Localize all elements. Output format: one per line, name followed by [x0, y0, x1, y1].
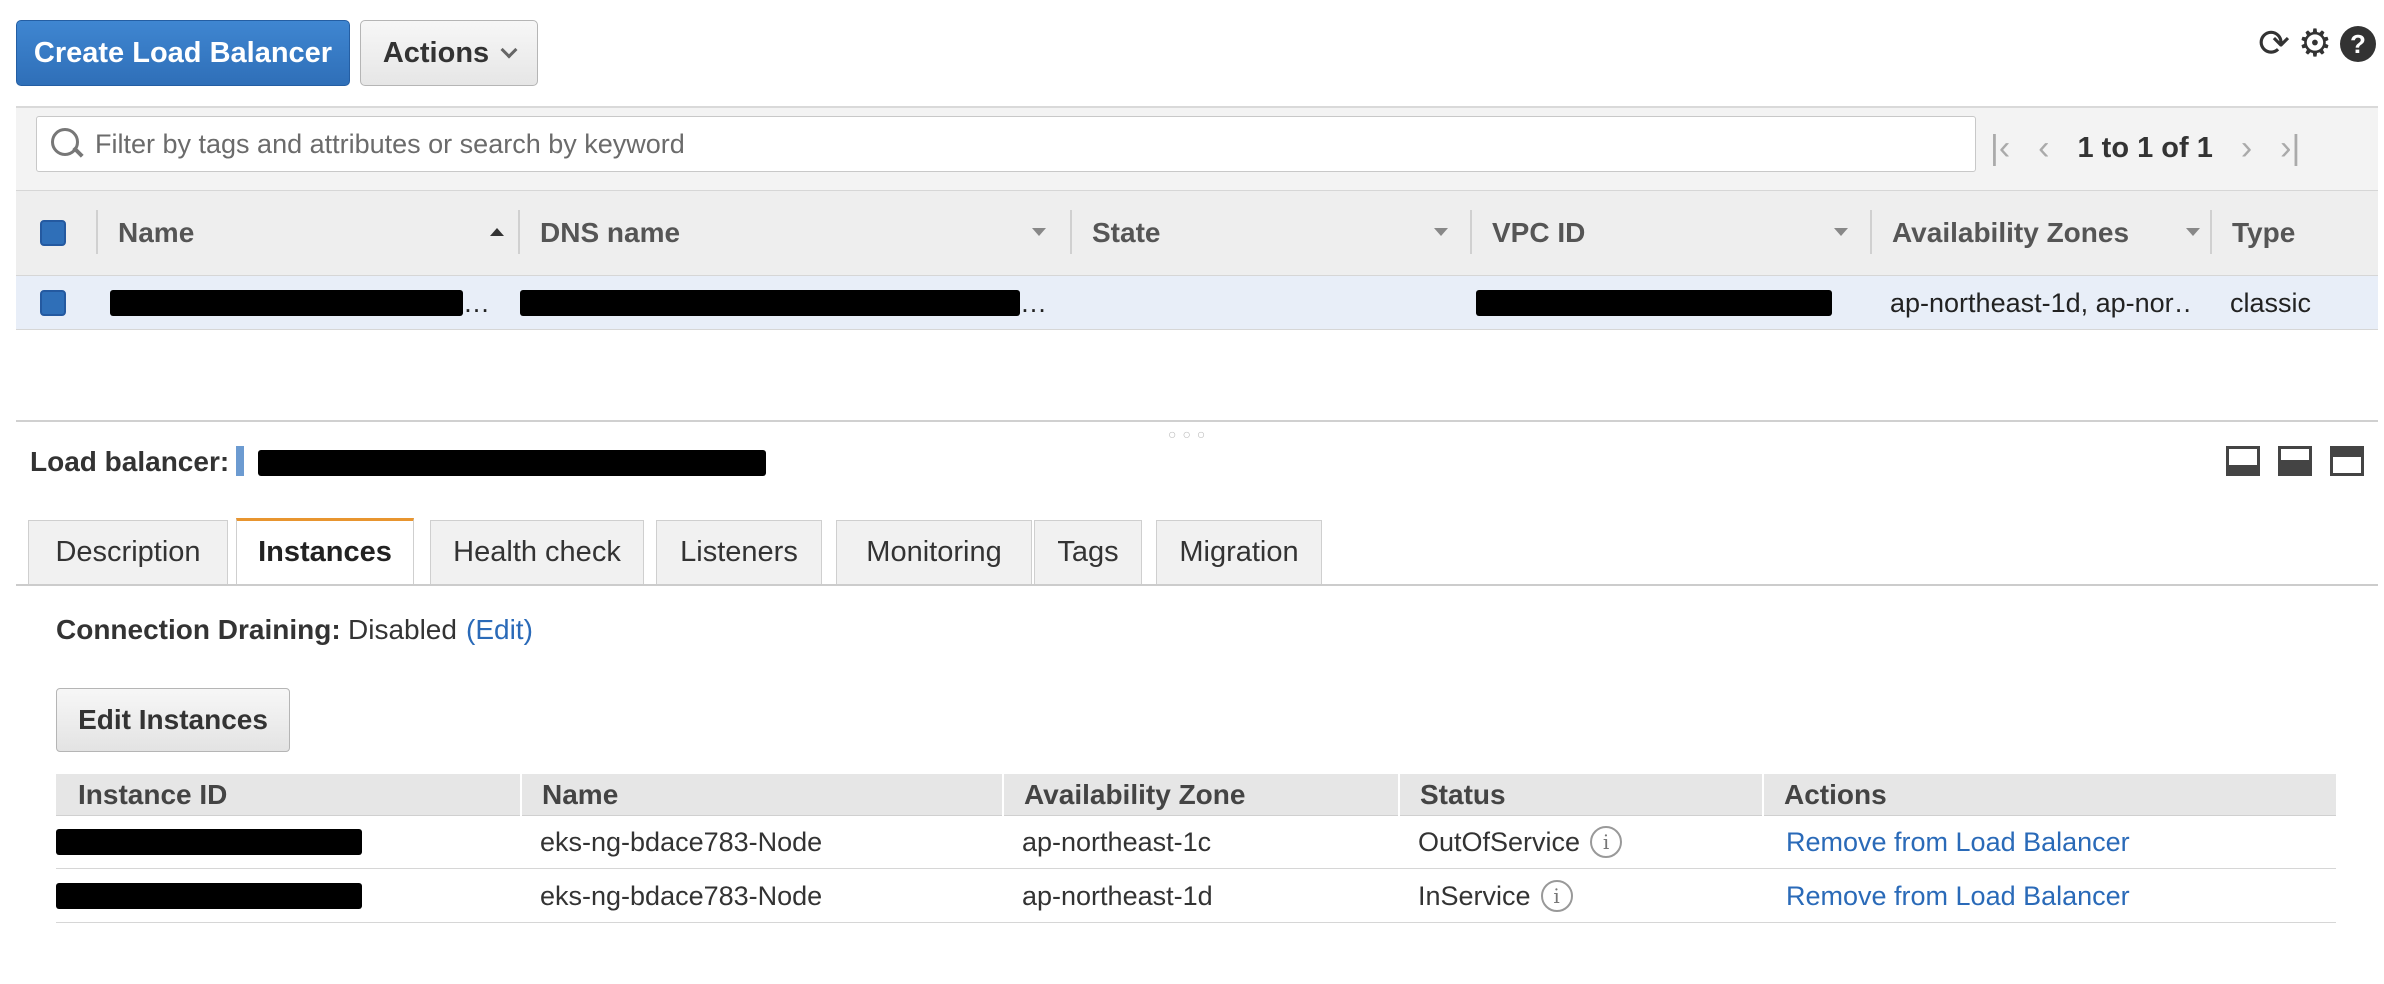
column-header-availability-zone[interactable]: Availability Zone [1024, 774, 1245, 816]
column-header-name[interactable]: Name [118, 190, 518, 276]
first-page-icon[interactable]: |‹ [1990, 129, 2010, 168]
tab-listeners[interactable]: Listeners [656, 520, 822, 584]
column-header-dns-name[interactable]: DNS name [540, 190, 1060, 276]
column-label: DNS name [540, 217, 681, 248]
select-all-checkbox-cell[interactable] [40, 190, 80, 276]
info-icon[interactable]: i [1540, 880, 1573, 912]
layout-top-icon[interactable] [2330, 446, 2364, 476]
gear-icon[interactable]: ⚙ [2298, 25, 2332, 63]
column-header-vpc-id[interactable]: VPC ID [1492, 190, 1862, 276]
sort-icon [1434, 228, 1448, 236]
refresh-icon[interactable]: ⟳ [2258, 25, 2290, 63]
instance-zone-cell: ap-northeast-1d [1022, 880, 1213, 911]
column-header-instance-id[interactable]: Instance ID [78, 774, 227, 816]
search-input[interactable] [95, 128, 1955, 160]
connection-draining-edit-link[interactable]: (Edit) [466, 614, 533, 646]
tab-tags[interactable]: Tags [1034, 520, 1142, 584]
instance-id-cell [56, 870, 362, 922]
column-header-actions[interactable]: Actions [1784, 774, 1887, 816]
detail-accent-bar [236, 446, 244, 476]
actions-label: Actions [382, 36, 490, 69]
column-header-state[interactable]: State [1092, 190, 1462, 276]
instance-name-cell: eks-ng-bdace783-Node [540, 826, 823, 857]
row-vpc-id-cell [1476, 276, 1856, 330]
status-text: OutOfService [1418, 826, 1581, 857]
tab-monitoring[interactable]: Monitoring [836, 520, 1032, 584]
column-label: Name [118, 217, 195, 248]
column-header-type[interactable]: Type [2232, 190, 2372, 276]
column-header-availability-zones[interactable]: Availability Zones [1892, 190, 2214, 276]
select-all-checkbox[interactable] [40, 220, 66, 246]
toolbar-icons: ⟳ ⚙ ? [2258, 22, 2376, 66]
tab-description[interactable]: Description [28, 520, 228, 584]
row-checkbox-cell[interactable] [40, 276, 80, 330]
layout-bottom-medium-icon[interactable] [2278, 446, 2312, 476]
redacted-name [110, 290, 463, 316]
remove-from-load-balancer-link[interactable]: Remove from Load Balancer [1786, 870, 2130, 922]
redacted-load-balancer-name [258, 450, 766, 476]
column-label: VPC ID [1492, 217, 1586, 248]
chevron-down-icon [500, 41, 518, 59]
search-box [36, 116, 1976, 172]
pane-divider[interactable] [16, 420, 2378, 422]
info-icon[interactable]: i [1590, 826, 1623, 858]
tabs-baseline [16, 584, 2378, 586]
create-load-balancer-button[interactable]: Create Load Balancer [16, 20, 350, 86]
row-availability-zones-cell: ap-northeast-1d, ap-nor… [1890, 287, 2190, 318]
row-state-cell [1092, 276, 1452, 330]
row-dns-name-cell: … [520, 276, 1050, 330]
help-icon[interactable]: ? [2340, 26, 2376, 62]
redacted-instance-id [56, 829, 362, 855]
redacted-instance-id [56, 883, 362, 909]
instance-status-cell: OutOfService i [1418, 816, 1623, 868]
actions-dropdown-button[interactable]: Actions [360, 20, 538, 86]
search-icon [51, 128, 83, 160]
tab-health-check[interactable]: Health check [430, 520, 644, 584]
sort-ascending-icon [490, 228, 504, 236]
redacted-dns-name [520, 290, 1020, 316]
sort-icon [1834, 228, 1848, 236]
layout-bottom-small-icon[interactable] [2226, 446, 2260, 476]
column-label: Availability Zones [1892, 217, 2130, 248]
instance-name-cell: eks-ng-bdace783-Node [540, 880, 823, 911]
tab-migration[interactable]: Migration [1156, 520, 1322, 584]
redacted-vpc-id [1476, 290, 1832, 316]
column-label: Type [2232, 217, 2296, 248]
connection-draining-label: Connection Draining: [56, 614, 341, 645]
connection-draining-value: Disabled [348, 614, 457, 645]
sort-icon [2186, 228, 2200, 236]
status-text: InService [1418, 880, 1531, 911]
sort-icon [1032, 228, 1046, 236]
pagination: |‹ ‹ 1 to 1 of 1 › ›| [1990, 120, 2300, 176]
remove-from-load-balancer-link[interactable]: Remove from Load Balancer [1786, 816, 2130, 868]
layout-toggle-group [2226, 446, 2364, 476]
column-header-instance-name[interactable]: Name [542, 774, 618, 816]
next-page-icon[interactable]: › [2241, 129, 2252, 168]
detail-label: Load balancer: [30, 446, 230, 477]
resize-handle-icon[interactable]: ○○○ [1168, 426, 1211, 442]
previous-page-icon[interactable]: ‹ [2038, 129, 2049, 168]
row-type-cell: classic [2230, 287, 2312, 318]
instance-id-cell [56, 816, 362, 868]
pagination-text: 1 to 1 of 1 [2077, 131, 2213, 164]
row-checkbox[interactable] [40, 290, 66, 316]
instance-zone-cell: ap-northeast-1c [1022, 826, 1212, 857]
tab-instances[interactable]: Instances [236, 518, 414, 584]
column-header-status[interactable]: Status [1420, 774, 1506, 816]
instance-status-cell: InService i [1418, 870, 1573, 922]
last-page-icon[interactable]: ›| [2280, 129, 2300, 168]
column-label: State [1092, 217, 1161, 248]
row-name-cell: … [110, 276, 490, 330]
edit-instances-button[interactable]: Edit Instances [56, 688, 290, 752]
